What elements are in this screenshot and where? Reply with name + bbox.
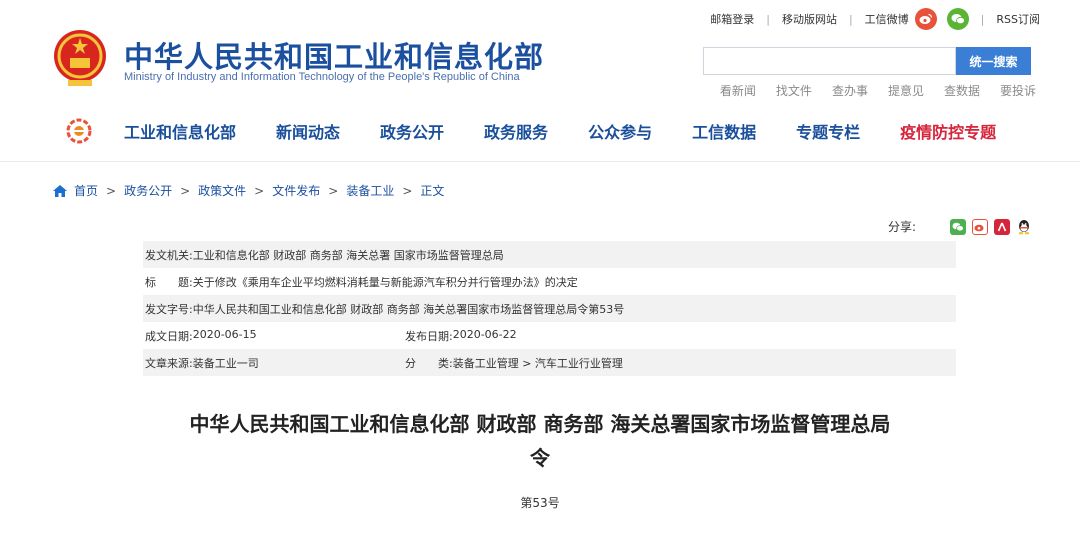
mobile-site-link[interactable]: 移动版网站: [782, 11, 837, 27]
share-weibo-icon[interactable]: [972, 218, 988, 235]
share-wechat-icon[interactable]: [950, 218, 966, 235]
breadcrumb-separator: >: [106, 183, 117, 198]
breadcrumb-policy-docs[interactable]: 政策文件: [198, 182, 246, 199]
document-title-line2: 令: [530, 446, 550, 470]
breadcrumb-government-affairs[interactable]: 政务公开: [124, 182, 172, 199]
info-row-dates: 成文日期: 2020-06-15 发布日期: 2020-06-22: [143, 322, 956, 349]
breadcrumb-current[interactable]: 正文: [420, 182, 444, 199]
quicklink-data[interactable]: 查数据: [944, 82, 980, 99]
breadcrumb-separator: >: [328, 183, 339, 198]
nav-epidemic-topic[interactable]: 疫情防控专题: [900, 119, 996, 143]
document-number: 第53号: [520, 496, 560, 510]
divider: |: [980, 12, 985, 26]
home-icon[interactable]: [52, 184, 68, 198]
unified-search-button[interactable]: 统一搜索: [956, 47, 1031, 75]
share-people-icon[interactable]: [994, 218, 1010, 235]
site-title[interactable]: 中华人民共和国工业和信息化部: [124, 34, 544, 76]
category-label: 分 类:: [405, 356, 453, 370]
document-title-line1: 中华人民共和国工业和信息化部 财政部 商务部 海关总署国家市场监督管理总局: [189, 412, 891, 436]
weibo-link[interactable]: 工信微博: [865, 11, 909, 27]
breadcrumb-equipment-industry[interactable]: 装备工业: [346, 182, 394, 199]
title-value: 关于修改《乘用车企业平均燃料消耗量与新能源汽车积分并行管理办法》的决定: [192, 275, 578, 289]
share-bar: 分享:: [888, 218, 1032, 235]
share-label: 分享:: [887, 220, 916, 234]
quicklink-services[interactable]: 查办事: [832, 82, 868, 99]
top-links: 邮箱登录 | 移动版网站 | 工信微博 | RSS订阅: [710, 7, 1040, 31]
wechat-icon[interactable]: [946, 8, 969, 30]
ministry-logo-icon[interactable]: [66, 118, 92, 144]
quick-links: 看新闻 找文件 查办事 提意见 查数据 要投诉: [720, 82, 1036, 99]
nav-public-participation[interactable]: 公众参与: [588, 119, 652, 143]
info-row-title: 标 题: 关于修改《乘用车企业平均燃料消耗量与新能源汽车积分并行管理办法》的决定: [143, 268, 956, 295]
breadcrumb-file-release[interactable]: 文件发布: [272, 182, 320, 199]
national-emblem-icon: [54, 30, 106, 86]
nav-government-services[interactable]: 政务服务: [484, 119, 548, 143]
mail-login-link[interactable]: 邮箱登录: [710, 11, 754, 27]
main-nav: 工业和信息化部 新闻动态 政务公开 政务服务 公众参与 工信数据 专题专栏 疫情…: [66, 116, 996, 146]
quicklink-news[interactable]: 看新闻: [720, 82, 756, 99]
share-qq-icon[interactable]: [1016, 218, 1032, 235]
quicklink-feedback[interactable]: 提意见: [888, 82, 924, 99]
quicklink-complaint[interactable]: 要投诉: [1000, 82, 1036, 99]
created-value: 2020-06-15: [192, 327, 257, 341]
source-value: 装备工业一司: [192, 356, 259, 370]
created-label: 成文日期:: [145, 329, 193, 343]
document-title: 中华人民共和国工业和信息化部 财政部 商务部 海关总署国家市场监督管理总局 令: [0, 407, 1080, 475]
breadcrumb-home[interactable]: 首页: [74, 182, 98, 199]
issuer-value: 工业和信息化部 财政部 商务部 海关总署 国家市场监督管理总局: [192, 248, 504, 262]
info-row-issuer: 发文机关: 工业和信息化部 财政部 商务部 海关总署 国家市场监督管理总局: [143, 241, 956, 268]
nav-government-affairs[interactable]: 政务公开: [380, 119, 444, 143]
source-label: 文章来源:: [145, 356, 193, 370]
category-value[interactable]: 装备工业管理 > 汽车工业行业管理: [453, 355, 623, 371]
published-value: 2020-06-22: [452, 327, 517, 341]
issuer-label: 发文机关:: [145, 248, 193, 262]
search-input[interactable]: [703, 47, 956, 75]
nav-data[interactable]: 工信数据: [692, 119, 756, 143]
breadcrumb-separator: >: [180, 183, 191, 198]
site-header: 中华人民共和国工业和信息化部 Ministry of Industry and …: [0, 0, 1080, 162]
divider: |: [766, 12, 770, 26]
nav-ministry[interactable]: 工业和信息化部: [124, 119, 236, 143]
rss-link[interactable]: RSS订阅: [996, 11, 1040, 27]
docno-label: 发文字号:: [145, 302, 193, 316]
nav-news[interactable]: 新闻动态: [276, 119, 340, 143]
info-row-source: 文章来源: 装备工业一司 分 类: 装备工业管理 > 汽车工业行业管理: [143, 349, 956, 376]
info-row-docno: 发文字号: 中华人民共和国工业和信息化部 财政部 商务部 海关总署国家市场监督管…: [143, 295, 956, 322]
breadcrumb: 首页 > 政务公开 > 政策文件 > 文件发布 > 装备工业 > 正文: [52, 182, 444, 199]
breadcrumb-separator: >: [402, 183, 413, 198]
quicklink-files[interactable]: 找文件: [776, 82, 812, 99]
document-info-table: 发文机关: 工业和信息化部 财政部 商务部 海关总署 国家市场监督管理总局 标 …: [143, 241, 956, 376]
nav-special-topics[interactable]: 专题专栏: [796, 119, 860, 143]
published-label: 发布日期:: [405, 329, 453, 343]
breadcrumb-separator: >: [254, 183, 265, 198]
weibo-icon[interactable]: [914, 8, 937, 30]
divider: |: [848, 12, 853, 26]
title-label: 标 题:: [145, 275, 193, 289]
site-subtitle: Ministry of Industry and Information Tec…: [124, 71, 520, 83]
docno-value: 中华人民共和国工业和信息化部 财政部 商务部 海关总署国家市场监督管理总局令第5…: [192, 302, 625, 316]
